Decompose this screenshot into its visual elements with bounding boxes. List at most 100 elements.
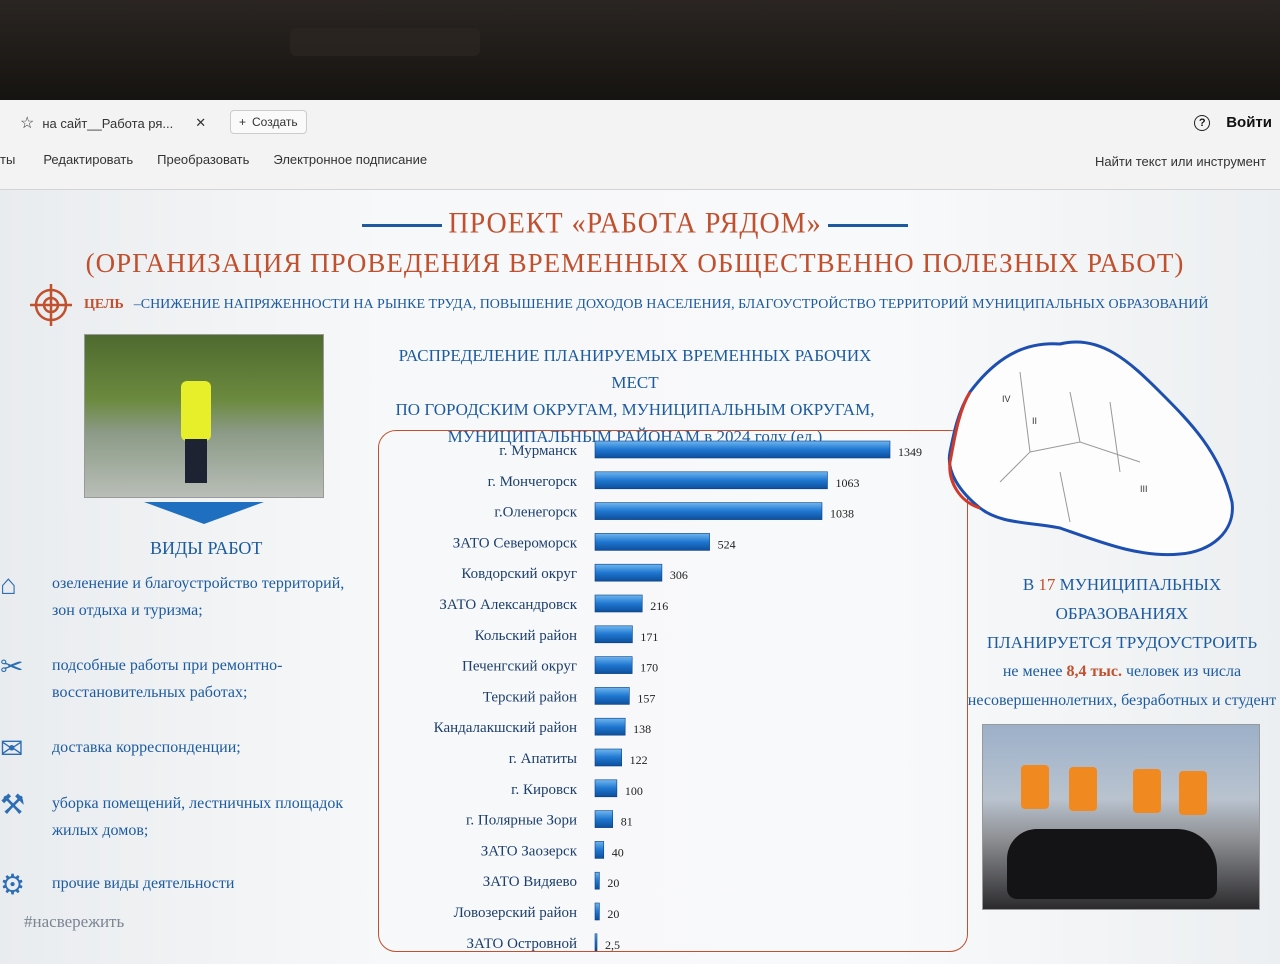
mail-icon: ✉ (0, 734, 24, 765)
value-label: 138 (633, 722, 651, 736)
goal-text: –СНИЖЕНИЕ НАПРЯЖЕННОСТИ НА РЫНКЕ ТРУДА, … (133, 297, 1209, 312)
category-label: Терский район (483, 689, 577, 705)
bar (594, 471, 828, 490)
category-label: ЗАТО Североморск (453, 535, 578, 551)
close-tab-icon[interactable]: ✕ (195, 115, 206, 131)
chart-title-line: РАСПРЕДЕЛЕНИЕ ПЛАНИРУЕМЫХ ВРЕМЕННЫХ РАБО… (398, 346, 872, 392)
hashtag: #насвережить (24, 912, 125, 931)
menu-item-convert[interactable]: Преобразовать (157, 152, 249, 167)
pdf-viewer-toolbar: ☆ на сайт__Работа ря... ✕ + Создать ? Вой… (0, 100, 1280, 190)
value-label: 1063 (835, 476, 859, 490)
bar (594, 748, 622, 767)
category-label: Печенгский округ (462, 659, 577, 675)
worker-vest (1021, 765, 1049, 809)
value-label: 171 (640, 630, 658, 644)
goal-label: ЦЕЛЬ (84, 297, 124, 312)
value-label: 20 (607, 907, 619, 921)
category-label: г. Апатиты (509, 751, 577, 767)
work-type-item: ⚒ уборка помещений, лестничных площадок … (0, 790, 360, 850)
value-label: 100 (625, 784, 643, 798)
work-type-text: прочие виды деятельности (52, 875, 235, 892)
down-arrow (144, 502, 264, 524)
bar (594, 594, 643, 613)
category-label: Ковдорский округ (461, 566, 577, 582)
bar (594, 440, 891, 459)
category-label: г. Полярные Зори (466, 813, 577, 829)
worker-legs (185, 439, 207, 483)
find-tool-search[interactable]: Найти текст или инструмент (1095, 154, 1266, 169)
category-label: ЗАТО Видяево (483, 874, 577, 890)
bar (594, 502, 823, 520)
work-type-item: ✂ подсобные работы при ремонтно-восстано… (0, 652, 360, 712)
value-label: 81 (621, 815, 633, 829)
bar (594, 871, 600, 890)
star-icon[interactable]: ☆ (20, 113, 34, 133)
work-type-item: ✉ доставка корреспонденции; (0, 734, 360, 774)
worker-vest (1133, 769, 1161, 813)
category-label: Ловозерский район (454, 905, 577, 921)
category-label: Кандалакшский район (434, 720, 577, 736)
value-label: 122 (630, 753, 648, 767)
create-label: Создать (252, 115, 298, 129)
value-label: 216 (650, 599, 668, 613)
goal-line: ЦЕЛЬ –СНИЖЕНИЕ НАПРЯЖЕННОСТИ НА РЫНКЕ ТР… (28, 282, 1209, 328)
bar (594, 933, 598, 952)
bar (594, 902, 600, 921)
note-line-3: не менее 8,4 тыс. человек из числа (962, 657, 1280, 686)
park-icon: ⌂ (0, 570, 17, 601)
note-text: человек из числа (1121, 663, 1242, 680)
category-label: ЗАТО Островной (467, 936, 577, 952)
work-type-text: подсобные работы при ремонтно-восстанови… (52, 657, 283, 701)
account-area: ? Войти (1194, 114, 1272, 131)
note-number: 8,4 тыс. (1066, 663, 1122, 680)
category-label: г.Оленегорск (494, 505, 577, 521)
plus-icon: + (239, 115, 247, 129)
menu-item-tools[interactable]: ты (0, 152, 15, 167)
note-text: В (1022, 575, 1039, 594)
work-type-item: ⚙ прочие виды деятельности (0, 870, 360, 910)
webcam-area (290, 28, 480, 56)
category-label: г. Кировск (511, 782, 578, 798)
note-number: 17 (1038, 575, 1056, 594)
pdf-page: ПРОЕКТ «РАБОТА РЯДОМ» (ОРГАНИЗАЦИЯ ПРОВЕ… (0, 190, 1280, 964)
bar (594, 717, 626, 736)
note-line-4: несовершеннолетних, безработных и студен… (967, 692, 1277, 709)
map-label: IV (1002, 394, 1011, 404)
cleaning-icon: ⚒ (0, 790, 26, 821)
value-label: 170 (640, 661, 658, 675)
login-button[interactable]: Войти (1226, 114, 1272, 131)
worker-vest (1069, 767, 1097, 811)
tab-title: на сайт__Работа ря... (42, 115, 174, 131)
target-icon (30, 284, 72, 326)
category-label: г. Мурманск (499, 443, 577, 459)
map-label: II (1032, 416, 1037, 426)
menu-item-sign[interactable]: Электронное подписание (273, 152, 427, 167)
photo-of-monitor: ☆ на сайт__Работа ря... ✕ + Создать ? Вой… (0, 0, 1280, 964)
category-label: ЗАТО Заозерск (481, 843, 578, 859)
value-label: 1349 (898, 445, 922, 459)
note-line-1: В 17 МУНИЦИПАЛЬНЫХ ОБРАЗОВАНИЯХ (962, 570, 1280, 628)
bar-chart: г. Мурманск 1349 г. Мончегорск 1063 г.Оленег… (434, 440, 922, 952)
bar (594, 687, 630, 705)
category-label: Кольский район (475, 628, 577, 644)
slide-subtitle: (ОРГАНИЗАЦИЯ ПРОВЕДЕНИЯ ВРЕМЕННЫХ ОБЩЕСТ… (85, 248, 1185, 278)
street-cleaning-photo (84, 334, 324, 498)
tools-icon: ✂ (0, 652, 24, 683)
work-type-text: доставка корреспонденции; (52, 739, 241, 756)
menu-bar: ты Редактировать Преобразовать Электронн… (0, 152, 427, 167)
value-label: 524 (718, 537, 736, 551)
help-icon[interactable]: ? (1194, 114, 1211, 131)
monitor-bezel (0, 0, 1280, 105)
bar (594, 656, 633, 674)
bar (594, 625, 633, 644)
value-label: 1038 (830, 507, 854, 521)
value-label: 20 (607, 876, 619, 890)
menu-item-edit[interactable]: Редактировать (43, 152, 133, 167)
value-label: 306 (670, 568, 688, 582)
category-label: г. Мончегорск (488, 474, 578, 490)
create-button[interactable]: + Создать (230, 110, 307, 134)
chart-title-line: ПО ГОРОДСКИМ ОКРУГАМ, МУНИЦИПАЛЬНЫМ ОКРУ… (395, 400, 875, 419)
plan-note: В 17 МУНИЦИПАЛЬНЫХ ОБРАЗОВАНИЯХ ПЛАНИРУЕ… (962, 570, 1280, 715)
document-tab[interactable]: ☆ на сайт__Работа ря... ✕ (20, 110, 206, 136)
bar (594, 810, 614, 828)
